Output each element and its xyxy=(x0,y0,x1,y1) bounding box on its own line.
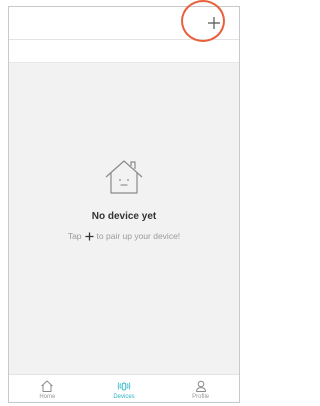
empty-title: No device yet xyxy=(91,211,157,222)
hint-prefix: Tap xyxy=(67,231,82,241)
house-icon xyxy=(105,160,143,194)
tab-devices-label: Devices xyxy=(113,394,135,400)
bottom-tab-bar: Home Devices Profile xyxy=(9,374,239,402)
tab-devices[interactable]: Devices xyxy=(94,375,154,402)
top-bar xyxy=(9,7,239,40)
profile-icon xyxy=(195,380,206,392)
tab-home-label: Home xyxy=(39,394,56,400)
sub-header-bar xyxy=(9,40,239,63)
home-icon xyxy=(41,380,54,392)
tab-home[interactable]: Home xyxy=(17,375,77,402)
devices-icon xyxy=(117,382,131,391)
app-screen: No device yet Tap to pair up your device… xyxy=(8,6,240,403)
tab-profile-label: Profile xyxy=(192,394,210,400)
tab-profile[interactable]: Profile xyxy=(171,375,231,402)
plus-icon xyxy=(208,17,220,29)
add-device-button[interactable] xyxy=(201,10,227,36)
empty-state: No device yet Tap to pair up your device… xyxy=(9,157,239,241)
plus-icon xyxy=(84,231,94,241)
hint-suffix: to pair up your device! xyxy=(96,231,181,241)
empty-hint: Tap to pair up your device! xyxy=(9,231,239,241)
